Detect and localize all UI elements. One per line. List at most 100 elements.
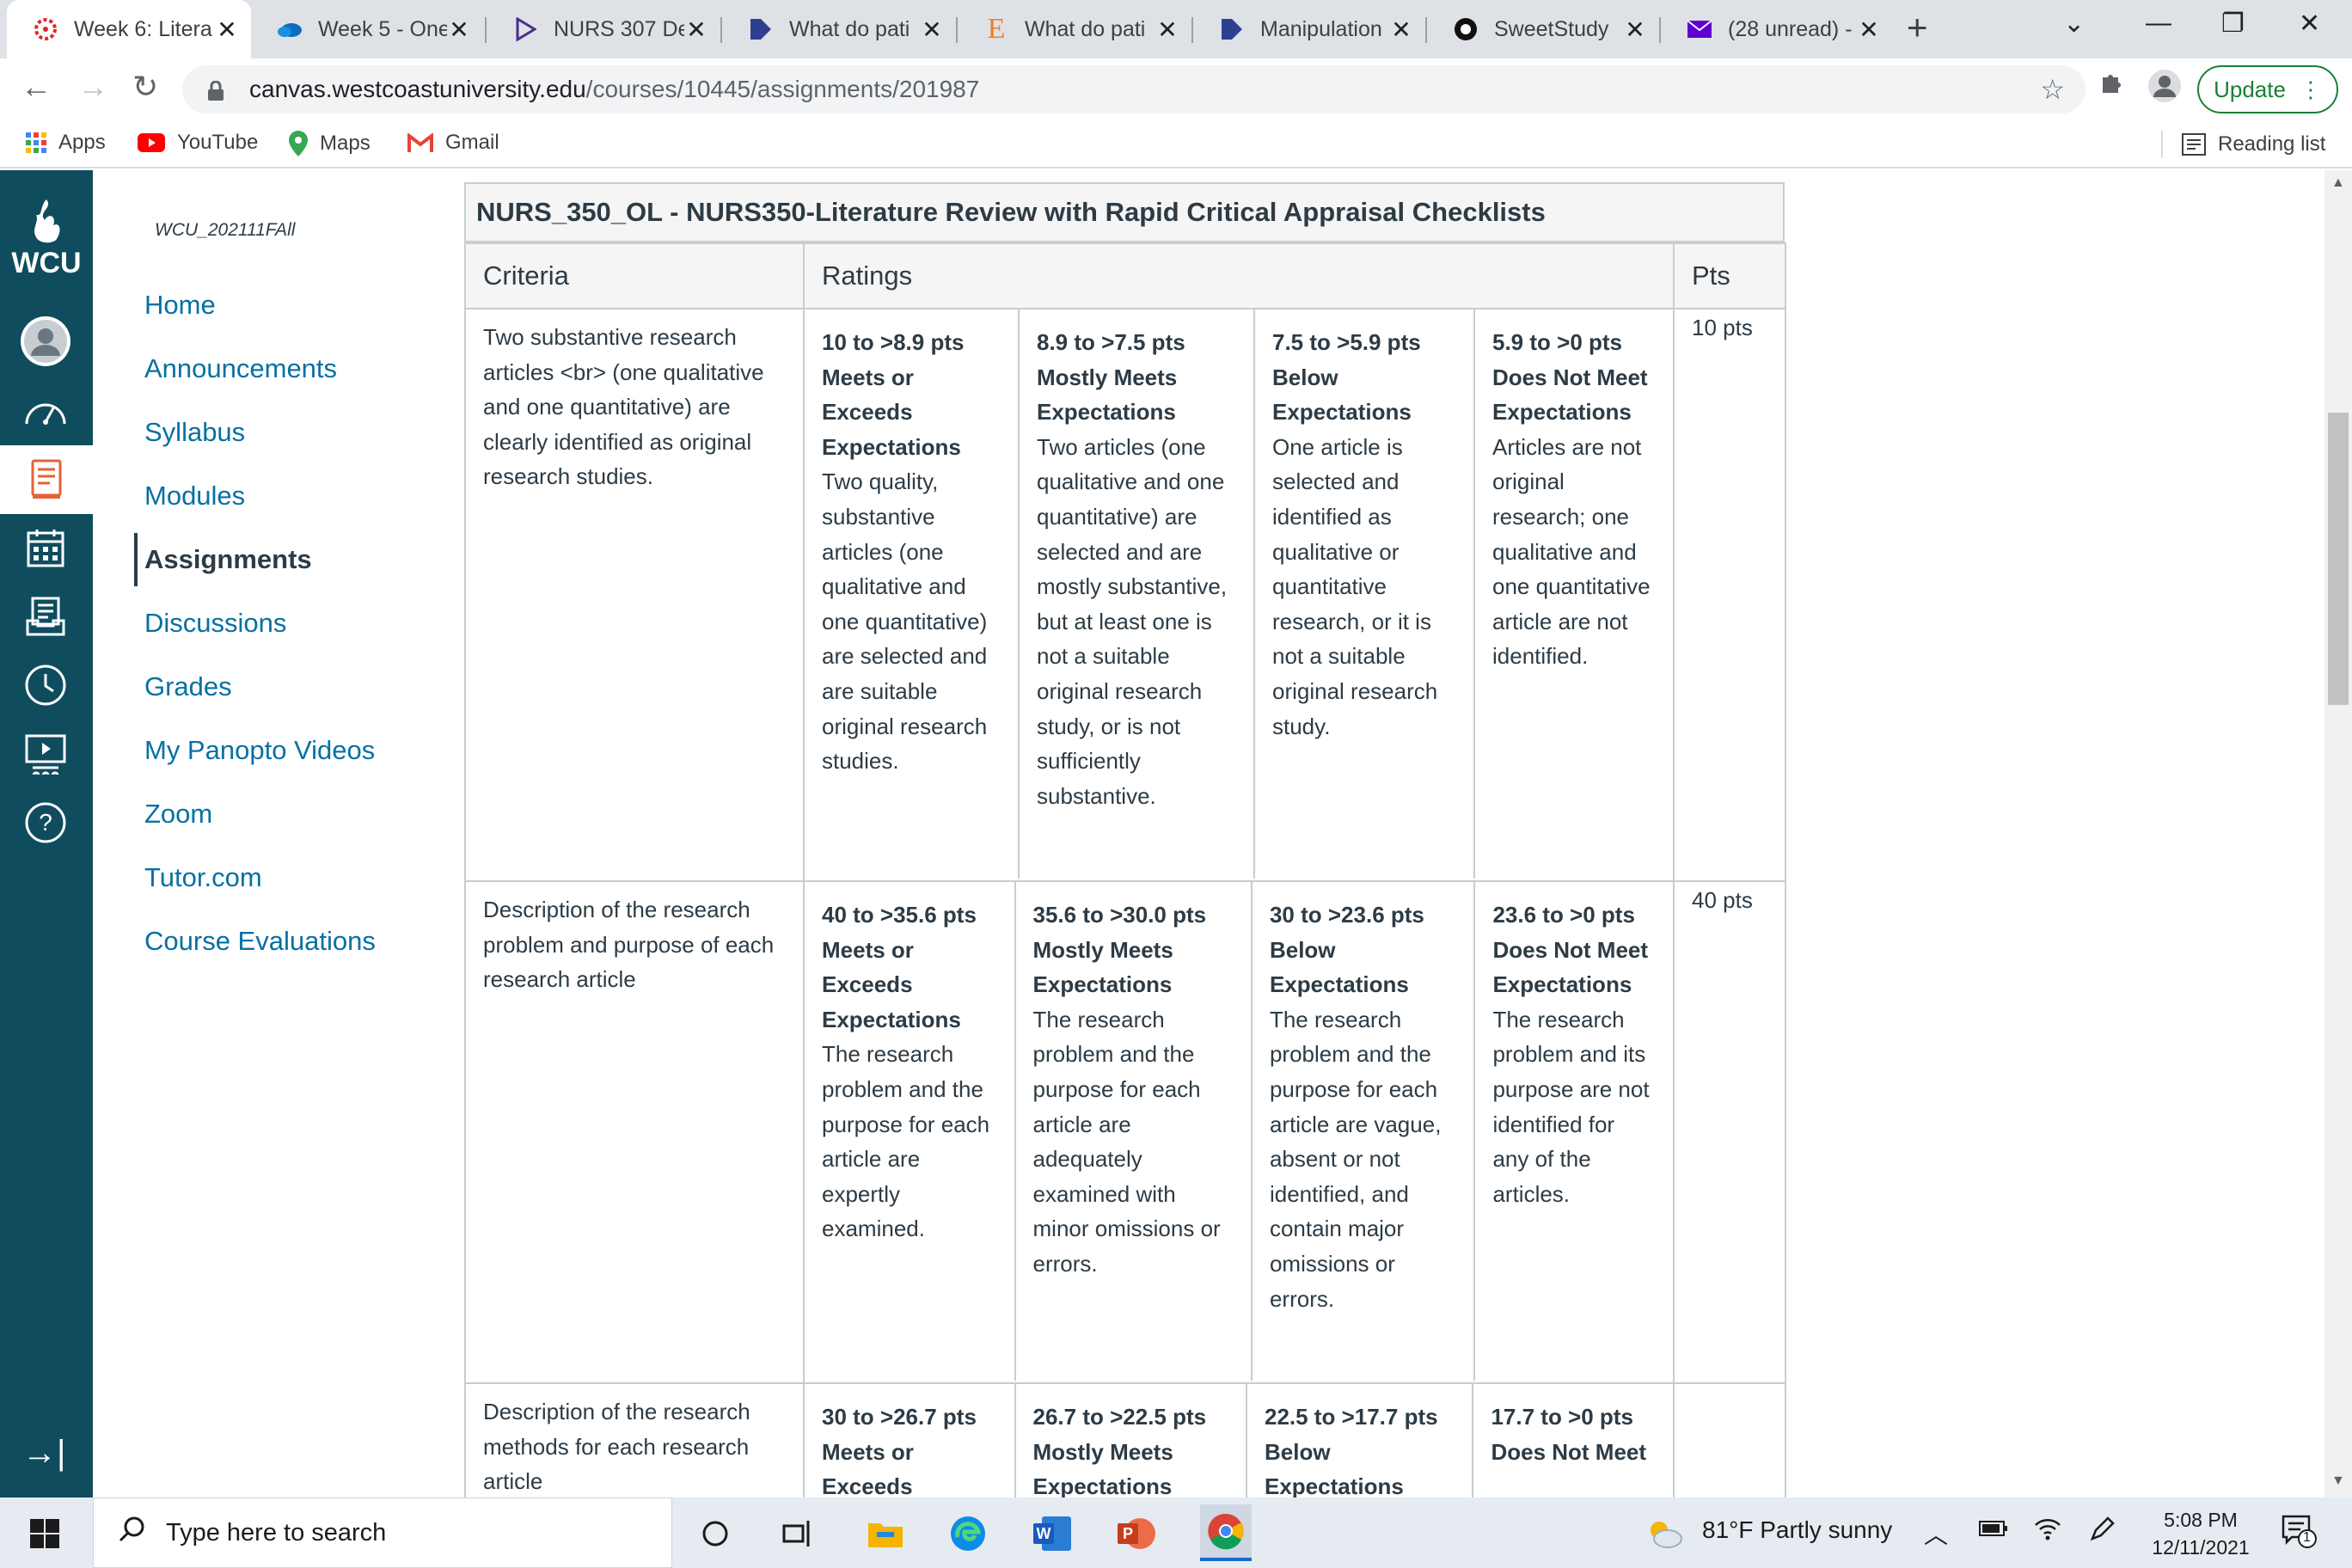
courses-book-icon[interactable]	[0, 445, 93, 514]
battery-icon[interactable]	[1979, 1516, 2008, 1544]
browser-tab-8[interactable]: (28 unread) - ✕	[1661, 0, 1893, 58]
close-tab-icon[interactable]: ✕	[1857, 15, 1881, 44]
gmail-icon	[407, 133, 433, 152]
address-bar[interactable]: canvas.westcoastuniversity.edu/courses/1…	[182, 65, 2086, 113]
maps-pin-icon	[289, 131, 308, 156]
close-tab-icon[interactable]: ✕	[1155, 15, 1179, 44]
bookmark-gmail[interactable]: Gmail	[407, 131, 499, 155]
account-avatar-icon[interactable]	[19, 315, 72, 368]
pen-icon[interactable]	[2089, 1516, 2115, 1548]
svg-text:P: P	[1123, 1525, 1133, 1542]
studio-monitor-icon[interactable]	[19, 727, 72, 781]
course-nav-announcements[interactable]: Announcements	[93, 337, 376, 401]
taskbar-search-box[interactable]: Type here to search	[93, 1498, 672, 1568]
bookmark-star-icon[interactable]: ☆	[2040, 73, 2065, 106]
forward-arrow-icon[interactable]: →	[77, 69, 108, 105]
close-window-icon[interactable]: ✕	[2299, 9, 2320, 39]
tab-title: (28 unread) -	[1728, 16, 1853, 41]
close-tab-icon[interactable]: ✕	[1389, 15, 1413, 44]
dashboard-speedometer-icon[interactable]	[19, 383, 72, 437]
system-clock[interactable]: 5:08 PM 12/11/2021	[2141, 1506, 2261, 1561]
course-nav-evaluations[interactable]: Course Evaluations	[93, 910, 376, 973]
rating-label: Mostly Meets Expectations	[1032, 1438, 1173, 1500]
close-tab-icon[interactable]: ✕	[215, 15, 239, 44]
rubric-table: Criteria Ratings Pts Two substantive res…	[464, 242, 1786, 1556]
rating-points: 7.5 to >5.9 pts	[1272, 329, 1421, 355]
help-question-icon[interactable]: ?	[19, 796, 72, 849]
course-nav-panopto[interactable]: My Panopto Videos	[93, 719, 376, 782]
close-tab-icon[interactable]: ✕	[684, 15, 708, 44]
update-button[interactable]: Update ⋮	[2197, 65, 2338, 113]
show-hidden-icons-chevron-icon[interactable]: ︿	[1924, 1516, 1948, 1551]
course-nav-zoom[interactable]: Zoom	[93, 782, 376, 846]
browser-tab-5[interactable]: E What do pati ✕	[958, 0, 1191, 58]
file-explorer-icon[interactable]	[865, 1513, 906, 1554]
bookmark-maps[interactable]: Maps	[289, 131, 371, 156]
course-nav-assignments[interactable]: Assignments	[93, 528, 376, 591]
back-arrow-icon[interactable]: ←	[21, 69, 52, 105]
new-tab-plus-icon[interactable]: +	[1907, 7, 1928, 48]
course-breadcrumb[interactable]: WCU_202111FAll	[155, 220, 295, 241]
browser-tab-4[interactable]: What do pati ✕	[722, 0, 956, 58]
course-nav-modules[interactable]: Modules	[93, 464, 376, 528]
scroll-up-arrow-icon[interactable]: ▲	[2331, 175, 2345, 191]
cortana-circle-icon[interactable]	[695, 1513, 736, 1554]
browser-tab-3[interactable]: NURS 307 De ✕	[487, 0, 720, 58]
inbox-icon[interactable]	[19, 590, 72, 643]
rating-label: Mostly Meets Expectations	[1037, 364, 1178, 426]
browser-tab-2[interactable]: Week 5 - One ✕	[251, 0, 483, 58]
rating-option: 8.9 to >7.5 pts Mostly Meets Expectation…	[1020, 309, 1255, 879]
profile-avatar-icon[interactable]	[2147, 69, 2182, 111]
browser-tab-7[interactable]: SweetStudy ✕	[1427, 0, 1659, 58]
pts-header: Pts	[1673, 242, 1786, 309]
svg-text:?: ?	[39, 809, 52, 836]
task-view-icon[interactable]	[777, 1513, 818, 1554]
course-nav-home[interactable]: Home	[93, 273, 376, 337]
course-navigation: WCU_202111FAll Home Announcements Syllab…	[93, 170, 454, 1498]
course-nav-tutor[interactable]: Tutor.com	[93, 846, 376, 910]
scrollbar-thumb[interactable]	[2328, 413, 2349, 705]
course-nav-discussions[interactable]: Discussions	[93, 591, 376, 655]
edge-browser-icon[interactable]	[947, 1513, 989, 1554]
bookmark-label: Maps	[320, 132, 371, 155]
extensions-puzzle-icon[interactable]	[2098, 69, 2125, 103]
rating-points: 30 to >26.7 pts	[822, 1404, 977, 1430]
browser-tab-6[interactable]: Manipulation ✕	[1193, 0, 1425, 58]
word-icon[interactable]: W	[1032, 1513, 1073, 1554]
collapse-nav-icon[interactable]: →|	[22, 1434, 65, 1473]
criteria-header: Criteria	[464, 242, 805, 309]
wcu-logo[interactable]: WCU	[9, 199, 84, 280]
restore-icon[interactable]: ❐	[2221, 9, 2245, 39]
close-tab-icon[interactable]: ✕	[920, 15, 944, 44]
chrome-icon[interactable]	[1200, 1504, 1252, 1561]
notification-center-icon[interactable]: 1	[2280, 1511, 2318, 1555]
minimize-icon[interactable]: —	[2146, 9, 2171, 38]
bookmark-label: Gmail	[445, 131, 499, 154]
criterion-description: Two substantive research articles <br> (…	[464, 308, 805, 882]
rating-description: Two articles (one qualitative and one qu…	[1037, 433, 1228, 809]
wifi-icon[interactable]	[2034, 1516, 2061, 1547]
reading-list[interactable]: Reading list	[2161, 131, 2325, 158]
ratings-cell: 10 to >8.9 pts Meets or Exceeds Expectat…	[803, 308, 1675, 882]
scroll-down-arrow-icon[interactable]: ▼	[2331, 1473, 2345, 1489]
bookmark-apps[interactable]: Apps	[26, 131, 106, 155]
course-nav-syllabus[interactable]: Syllabus	[93, 401, 376, 464]
bookmark-youtube[interactable]: YouTube	[138, 131, 258, 155]
tab-search-chevron-icon[interactable]: ⌄	[2063, 9, 2085, 39]
reload-icon[interactable]: ↻	[132, 69, 158, 105]
weather-text[interactable]: 81°F Partly sunny	[1702, 1516, 1892, 1544]
course-nav-grades[interactable]: Grades	[93, 655, 376, 719]
windows-start-icon[interactable]	[24, 1513, 65, 1554]
calendar-icon[interactable]	[19, 521, 72, 574]
close-tab-icon[interactable]: ✕	[447, 15, 471, 44]
vertical-scrollbar[interactable]: ▲ ▼	[2324, 170, 2352, 1498]
rating-points: 5.9 to >0 pts	[1492, 329, 1622, 355]
history-clock-icon[interactable]	[19, 658, 72, 712]
bookmark-label: YouTube	[177, 131, 259, 154]
powerpoint-icon[interactable]: P	[1116, 1513, 1157, 1554]
rating-points: 23.6 to >0 pts	[1492, 902, 1635, 928]
ratings-cell: 40 to >35.6 pts Meets or Exceeds Expecta…	[803, 880, 1675, 1384]
close-tab-icon[interactable]: ✕	[1623, 15, 1647, 44]
weather-partly-sunny-icon[interactable]	[1644, 1513, 1685, 1554]
browser-tab-1[interactable]: Week 6: Litera ✕	[7, 0, 251, 58]
